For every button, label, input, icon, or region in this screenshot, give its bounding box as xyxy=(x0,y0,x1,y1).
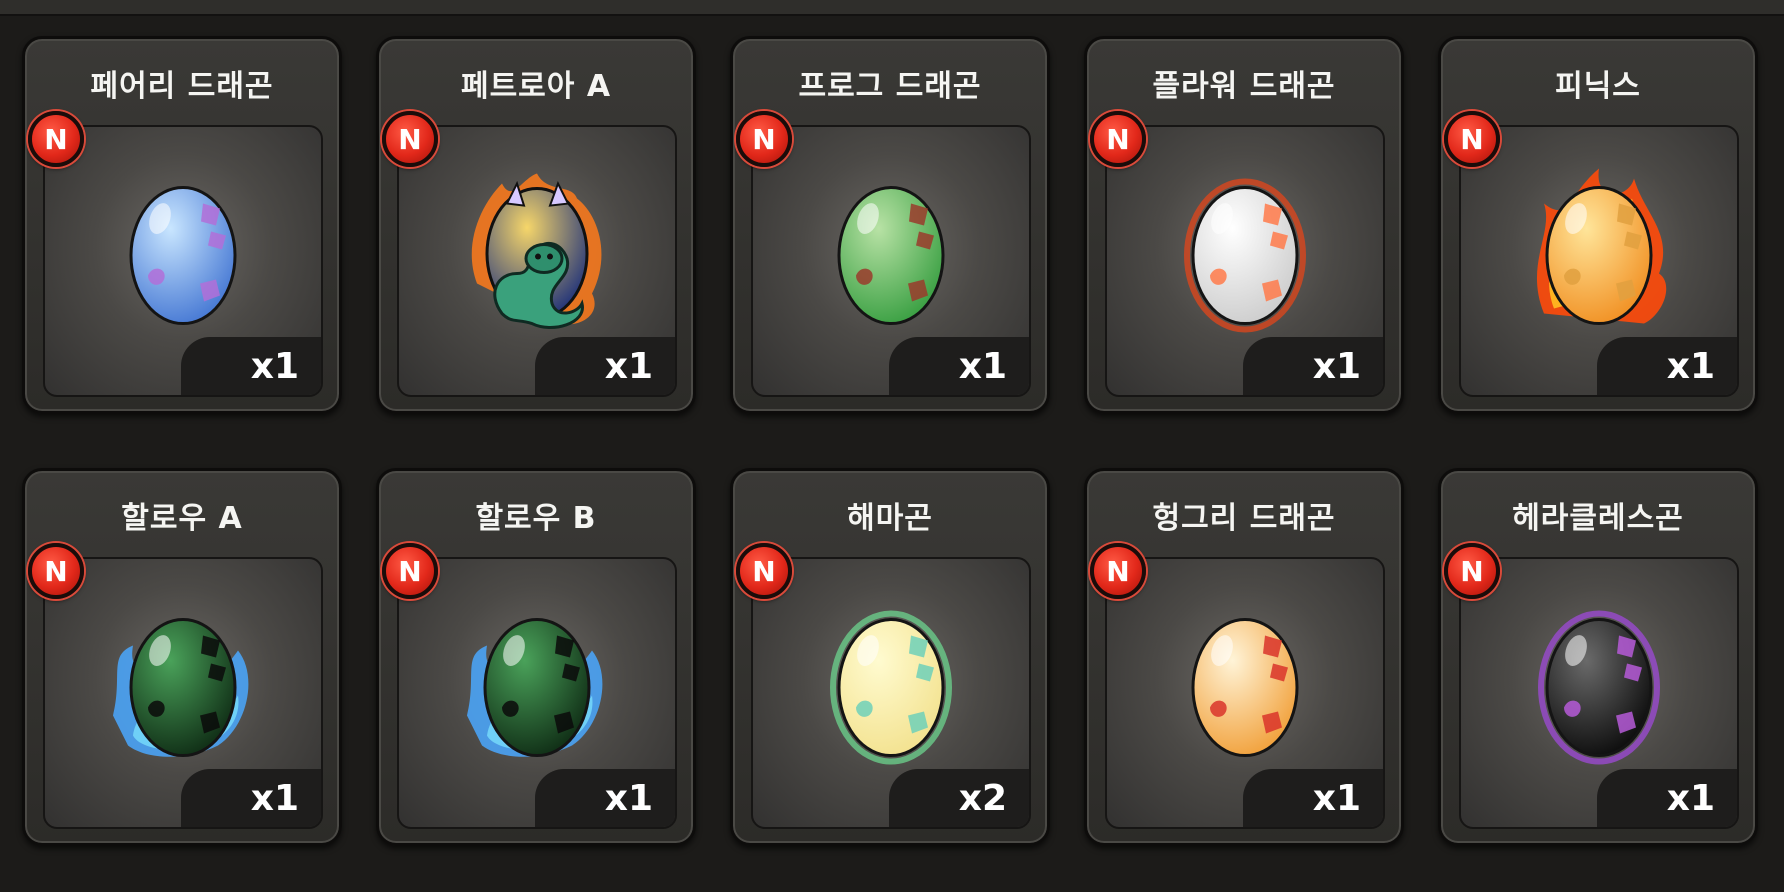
yellow-egg-icon xyxy=(816,596,966,770)
green-egg-icon xyxy=(816,164,966,338)
egg-slot: x1 xyxy=(1459,557,1739,829)
egg-count: x1 xyxy=(1597,337,1737,395)
egg-name: 헝그리 드래곤 xyxy=(1152,501,1336,536)
egg-name: 피닉스 xyxy=(1555,69,1641,104)
new-badge: N xyxy=(28,111,84,167)
new-badge: N xyxy=(1090,111,1146,167)
new-badge: N xyxy=(736,543,792,599)
egg-card[interactable]: 할로우 A x1 N xyxy=(22,468,342,846)
new-badge: N xyxy=(1444,111,1500,167)
egg-count: x1 xyxy=(535,769,675,827)
egg-count: x1 xyxy=(181,337,321,395)
new-badge: N xyxy=(382,543,438,599)
egg-card[interactable]: 헤라클레스곤 x1 N xyxy=(1438,468,1758,846)
shadow-flame-egg-icon xyxy=(108,596,258,770)
egg-name: 해마곤 xyxy=(847,501,933,536)
blue-purple-egg-icon xyxy=(108,164,258,338)
green-egg-icon xyxy=(837,186,945,326)
black-egg-icon xyxy=(1524,596,1674,770)
flaming-egg-icon xyxy=(1536,168,1667,326)
egg-card[interactable]: 페트로아 A x1 N xyxy=(376,36,696,414)
egg-count: x1 xyxy=(1597,769,1737,827)
egg-slot: x2 xyxy=(751,557,1031,829)
serpent-dragon-icon xyxy=(471,173,602,329)
egg-card[interactable]: 피닉스 x1 N xyxy=(1438,36,1758,414)
egg-count: x1 xyxy=(889,337,1029,395)
egg-name: 헤라클레스곤 xyxy=(1512,501,1684,536)
egg-slot: x1 xyxy=(751,125,1031,397)
yellow-egg-icon xyxy=(830,610,952,765)
egg-card[interactable]: 프로그 드래곤 x1 N xyxy=(730,36,1050,414)
egg-card[interactable]: 페어리 드래곤 x1 N xyxy=(22,36,342,414)
egg-card[interactable]: 할로우 B x1 N xyxy=(376,468,696,846)
egg-slot: x1 xyxy=(43,125,323,397)
new-badge: N xyxy=(1090,543,1146,599)
black-egg-icon xyxy=(1538,610,1660,765)
serpent-dragon-icon xyxy=(462,164,612,338)
white-egg-icon xyxy=(1170,164,1320,338)
new-badge: N xyxy=(28,543,84,599)
shadow-flame-egg-icon xyxy=(462,596,612,770)
egg-count: x1 xyxy=(1243,769,1383,827)
egg-card[interactable]: 헝그리 드래곤 x1 N xyxy=(1084,468,1404,846)
egg-slot: x1 xyxy=(1459,125,1739,397)
egg-inventory-grid: 페어리 드래곤 x1 N 페트로아 A x1 N 프로그 드래곤 x1 N 플라… xyxy=(22,36,1758,846)
egg-slot: x1 xyxy=(397,557,677,829)
egg-name: 할로우 B xyxy=(475,501,597,536)
egg-card[interactable]: 해마곤 x2 N xyxy=(730,468,1050,846)
egg-name: 프로그 드래곤 xyxy=(798,69,982,104)
egg-slot: x1 xyxy=(1105,125,1385,397)
top-bar xyxy=(0,0,1784,16)
egg-slot: x1 xyxy=(1105,557,1385,829)
egg-count: x1 xyxy=(181,769,321,827)
egg-name: 페어리 드래곤 xyxy=(90,69,274,104)
egg-count: x1 xyxy=(535,337,675,395)
new-badge: N xyxy=(382,111,438,167)
flaming-egg-icon xyxy=(1524,164,1674,338)
orange-egg-icon xyxy=(1191,618,1299,758)
egg-slot: x1 xyxy=(43,557,323,829)
shadow-flame-egg-icon xyxy=(467,618,603,758)
egg-count: x1 xyxy=(1243,337,1383,395)
egg-card[interactable]: 플라워 드래곤 x1 N xyxy=(1084,36,1404,414)
new-badge: N xyxy=(736,111,792,167)
egg-name: 플라워 드래곤 xyxy=(1152,69,1336,104)
new-badge: N xyxy=(1444,543,1500,599)
egg-name: 페트로아 A xyxy=(460,69,612,104)
orange-egg-icon xyxy=(1170,596,1320,770)
white-egg-icon xyxy=(1184,178,1306,333)
shadow-flame-egg-icon xyxy=(113,618,249,758)
egg-name: 할로우 A xyxy=(121,501,243,536)
blue-purple-egg-icon xyxy=(129,186,237,326)
egg-count: x2 xyxy=(889,769,1029,827)
egg-slot: x1 xyxy=(397,125,677,397)
